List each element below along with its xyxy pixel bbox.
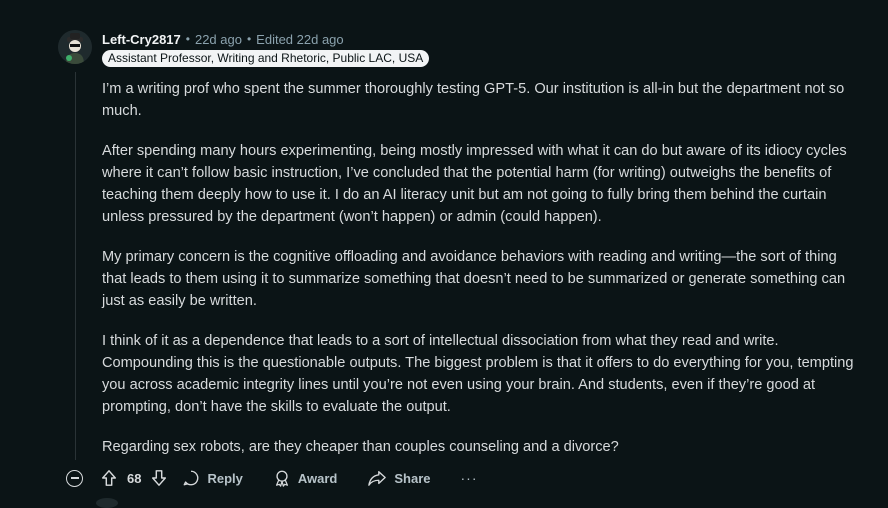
reply-label: Reply bbox=[207, 470, 243, 486]
separator-dot: • bbox=[246, 32, 252, 46]
timestamp[interactable]: 22d ago bbox=[195, 32, 242, 47]
comment-header: Left-Cry2817 • 22d ago • Edited 22d ago bbox=[102, 30, 344, 48]
edited-label: Edited 22d ago bbox=[256, 31, 344, 47]
reply-button[interactable]: Reply bbox=[182, 469, 243, 487]
next-avatar bbox=[96, 498, 118, 508]
comment-paragraph: My primary concern is the cognitive offl… bbox=[102, 249, 846, 309]
username[interactable]: Left-Cry2817 bbox=[102, 32, 181, 47]
separator-dot: • bbox=[185, 32, 190, 46]
vote-score: 68 bbox=[127, 470, 142, 486]
downvote-icon[interactable] bbox=[150, 469, 168, 487]
share-button[interactable]: Share bbox=[367, 469, 431, 487]
user-flair: Assistant Professor, Writing and Rhetori… bbox=[102, 50, 430, 67]
award-icon bbox=[275, 470, 288, 487]
comment-body: I’m a writing prof who spent the summer … bbox=[102, 78, 862, 476]
comment-paragraph: I’m a writing prof who spent the summer … bbox=[102, 81, 845, 119]
collapse-icon[interactable] bbox=[66, 469, 83, 487]
avatar[interactable] bbox=[58, 30, 92, 64]
more-options-icon[interactable]: ··· bbox=[461, 470, 478, 486]
share-label: Share bbox=[394, 470, 431, 486]
upvote-icon[interactable] bbox=[100, 469, 118, 487]
thread-line bbox=[75, 72, 76, 460]
award-button[interactable]: Award bbox=[273, 469, 338, 487]
comment-actions: 68 Reply Award Share ··· bbox=[66, 466, 478, 490]
award-label: Award bbox=[297, 470, 338, 486]
comment-paragraph: I think of it as a dependence that leads… bbox=[102, 333, 854, 415]
reply-icon bbox=[184, 470, 199, 486]
avatar-image bbox=[58, 30, 92, 64]
comment-paragraph: After spending many hours experimenting,… bbox=[102, 143, 847, 225]
vote-group: 68 bbox=[100, 469, 168, 487]
comment-paragraph: Regarding sex robots, are they cheaper t… bbox=[102, 439, 619, 455]
share-icon bbox=[368, 471, 387, 486]
